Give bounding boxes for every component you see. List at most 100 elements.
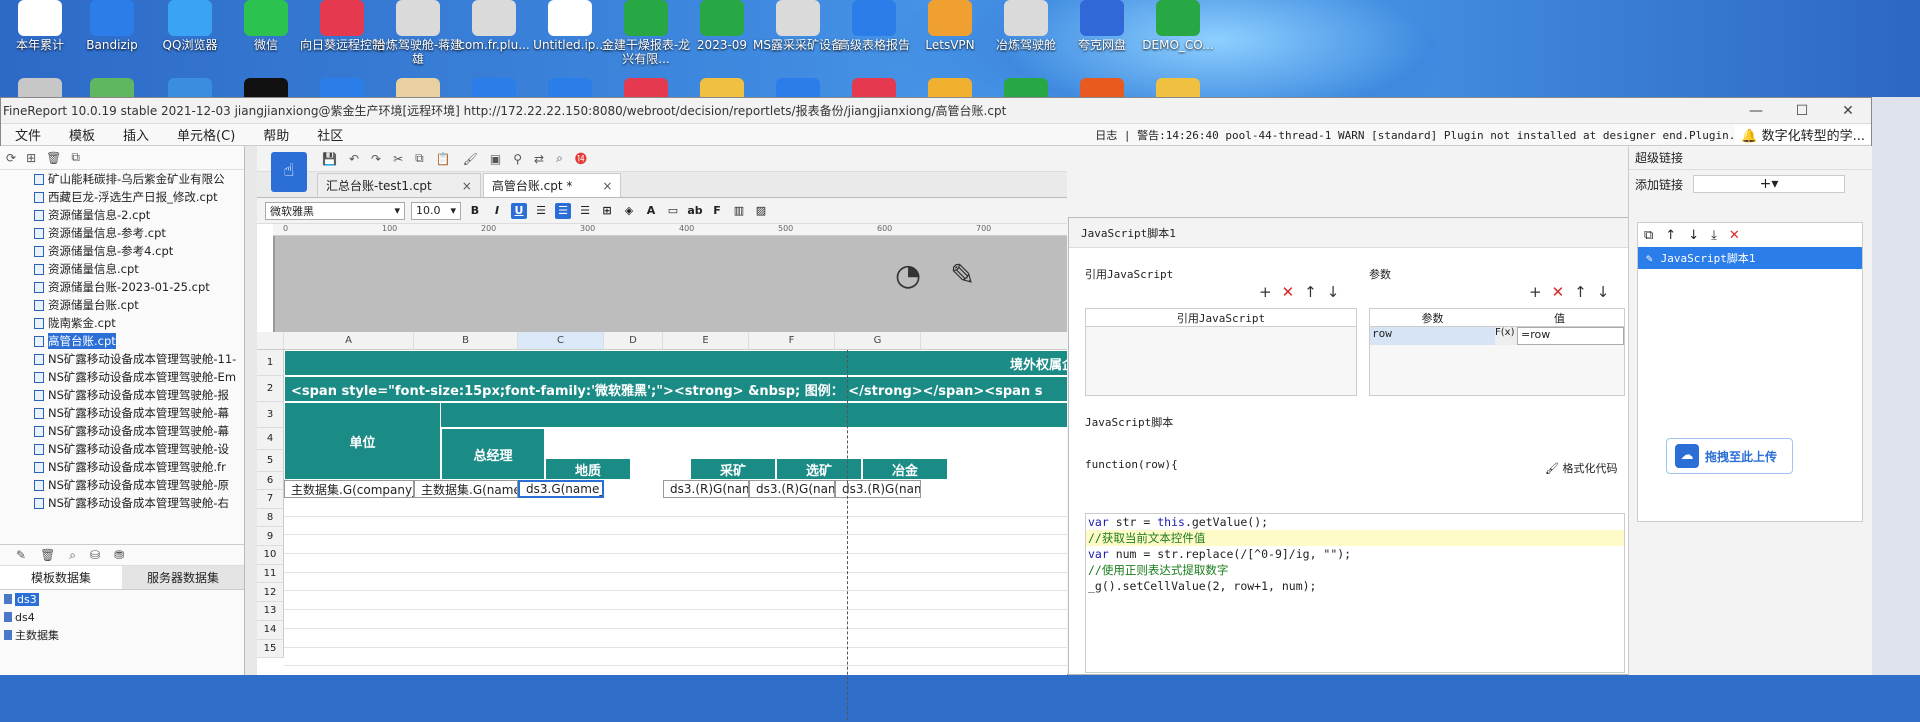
align-left-icon[interactable]: ☰: [533, 203, 549, 219]
locate-icon[interactable]: ⊞: [26, 151, 36, 165]
chart-icon[interactable]: ▥: [731, 203, 747, 219]
format-painter-icon[interactable]: 🖌: [463, 152, 478, 166]
tree-file-item[interactable]: 资源储量信息-参考4.cpt: [0, 242, 244, 260]
delete-icon[interactable]: ✕: [1282, 283, 1295, 301]
text-icon[interactable]: ab: [687, 203, 703, 219]
move-up-icon[interactable]: ↑: [1304, 283, 1317, 301]
row-header-cell[interactable]: 11: [257, 564, 284, 584]
column-header-cell[interactable]: F: [749, 332, 835, 349]
move-bottom-icon[interactable]: ⤓: [1711, 228, 1717, 243]
add-link-button[interactable]: +▾: [1693, 175, 1846, 193]
dataset-item[interactable]: 主数据集: [0, 626, 244, 644]
undo-icon[interactable]: ↶: [349, 152, 359, 166]
tree-file-item[interactable]: NS矿露移动设备成本管理驾驶舱-原: [0, 476, 244, 494]
refresh-icon[interactable]: ⟳: [6, 151, 16, 165]
cell-mining[interactable]: 采矿: [690, 458, 776, 480]
cell-a6[interactable]: 主数据集.G(company_: [284, 480, 414, 498]
tree-file-item[interactable]: 高管台账.cpt: [0, 332, 244, 350]
pencil-icon[interactable]: ✎: [950, 258, 975, 293]
tree-file-item[interactable]: NS矿露移动设备成本管理驾驶舱-右: [0, 494, 244, 512]
row-header-cell[interactable]: 3: [257, 402, 284, 428]
param-row[interactable]: row F(x) =row: [1370, 327, 1624, 345]
fill-color-icon[interactable]: ◈: [621, 203, 637, 219]
delete-icon[interactable]: ✕: [1552, 283, 1565, 301]
db-add-icon[interactable]: ⛃: [114, 548, 124, 562]
param-value[interactable]: =row: [1517, 327, 1624, 345]
dataset-button[interactable]: ☝: [271, 152, 307, 192]
desktop-icon[interactable]: Bandizip: [67, 0, 157, 52]
row-header-cell[interactable]: 7: [257, 490, 284, 509]
cell-smelting[interactable]: 冶金: [862, 458, 948, 480]
cell-e6[interactable]: ds3.(R)G(name_: [663, 480, 749, 498]
underline-button[interactable]: U: [511, 202, 527, 219]
menu-community[interactable]: 社区: [303, 125, 357, 144]
row-header-cell[interactable]: 8: [257, 508, 284, 528]
param-name[interactable]: row: [1370, 327, 1495, 345]
column-header-cell[interactable]: B: [414, 332, 518, 349]
row-header-cell[interactable]: 1: [257, 350, 284, 376]
row-header-cell[interactable]: 2: [257, 376, 284, 402]
border-icon[interactable]: ⊞: [599, 203, 615, 219]
tree-file-item[interactable]: 矿山能耗碳排-乌后紫金矿业有限公: [0, 170, 244, 188]
add-icon[interactable]: +: [1259, 283, 1272, 301]
empty-row[interactable]: [284, 535, 1067, 555]
move-up-icon[interactable]: ↑: [1574, 283, 1587, 301]
tree-file-item[interactable]: NS矿露移动设备成本管理驾驶舱.fr: [0, 458, 244, 476]
empty-row[interactable]: [284, 591, 1067, 611]
link-icon[interactable]: ⇄: [534, 152, 544, 166]
empty-row[interactable]: [284, 517, 1067, 536]
row-header-cell[interactable]: 14: [257, 620, 284, 640]
row-header-cell[interactable]: 6: [257, 472, 284, 490]
dataset-item[interactable]: ds4: [0, 608, 244, 626]
user-notice[interactable]: 🔔 数字化转型的学...: [1735, 125, 1871, 144]
close-button[interactable]: ✕: [1825, 103, 1871, 119]
empty-row[interactable]: [284, 629, 1067, 648]
tree-file-item[interactable]: 资源储量信息.cpt: [0, 260, 244, 278]
preview-icon[interactable]: ▣: [490, 152, 501, 166]
tree-file-item[interactable]: NS矿露移动设备成本管理驾驶舱-幕: [0, 404, 244, 422]
tree-file-item[interactable]: NS矿露移动设备成本管理驾驶舱-Em: [0, 368, 244, 386]
tree-file-item[interactable]: NS矿露移动设备成本管理驾驶舱-报: [0, 386, 244, 404]
trash-icon[interactable]: 🗑: [40, 548, 55, 562]
tree-file-item[interactable]: 陇南紫金.cpt: [0, 314, 244, 332]
column-header-cell[interactable]: D: [604, 332, 663, 349]
menu-cell[interactable]: 单元格(C): [163, 125, 249, 144]
menu-help[interactable]: 帮助: [249, 125, 303, 144]
cell-b6[interactable]: 主数据集.G(name_: [414, 480, 518, 498]
align-center-icon[interactable]: ☰: [555, 202, 571, 219]
column-header-cell[interactable]: G: [835, 332, 921, 349]
column-header-cell[interactable]: E: [663, 332, 749, 349]
cell-c6[interactable]: ds3.G(name_age: [518, 480, 604, 498]
move-down-icon[interactable]: ↓: [1327, 283, 1340, 301]
tab-server-datasets[interactable]: 服务器数据集: [122, 566, 244, 589]
cell-unit[interactable]: 单位: [284, 402, 441, 480]
move-up-icon[interactable]: ↑: [1665, 228, 1676, 243]
row-header-cell[interactable]: 15: [257, 639, 284, 659]
collapse-icon[interactable]: ⧉: [71, 150, 80, 165]
tab-summary[interactable]: 汇总台账-test1.cpt ×: [317, 173, 481, 197]
format-code-button[interactable]: 🖌 格式化代码: [1545, 460, 1617, 476]
merge-icon[interactable]: ▭: [665, 203, 681, 219]
cell-f6[interactable]: ds3.(R)G(name_: [749, 480, 835, 498]
db-icon[interactable]: ⛁: [90, 548, 100, 562]
maximize-button[interactable]: ☐: [1779, 103, 1825, 119]
empty-row[interactable]: [284, 610, 1067, 629]
param-icon[interactable]: ⚲: [513, 152, 522, 166]
cell-geology[interactable]: 地质: [545, 458, 631, 480]
empty-row[interactable]: [284, 554, 1067, 573]
delete-icon[interactable]: ✕: [1729, 228, 1740, 243]
cut-icon[interactable]: ✂: [393, 152, 403, 166]
notification-badge-icon[interactable]: ⓮: [575, 150, 587, 167]
menu-template[interactable]: 模板: [55, 125, 109, 144]
hidden-eye-icon[interactable]: ◔: [895, 258, 921, 293]
row-header-cell[interactable]: 10: [257, 546, 284, 565]
upload-widget[interactable]: ☁ 拖拽至此上传: [1666, 438, 1793, 474]
panel-divider[interactable]: [245, 146, 257, 675]
row-header-cell[interactable]: 4: [257, 428, 284, 450]
tab-template-datasets[interactable]: 模板数据集: [0, 566, 122, 589]
row-header-cell[interactable]: 12: [257, 583, 284, 603]
row-header-cell[interactable]: 9: [257, 527, 284, 547]
column-header-cell[interactable]: A: [284, 332, 414, 349]
font-select[interactable]: 微软雅黑 ▾: [265, 201, 405, 220]
tree-file-item[interactable]: 西藏巨龙-浮选生产日报_修改.cpt: [0, 188, 244, 206]
